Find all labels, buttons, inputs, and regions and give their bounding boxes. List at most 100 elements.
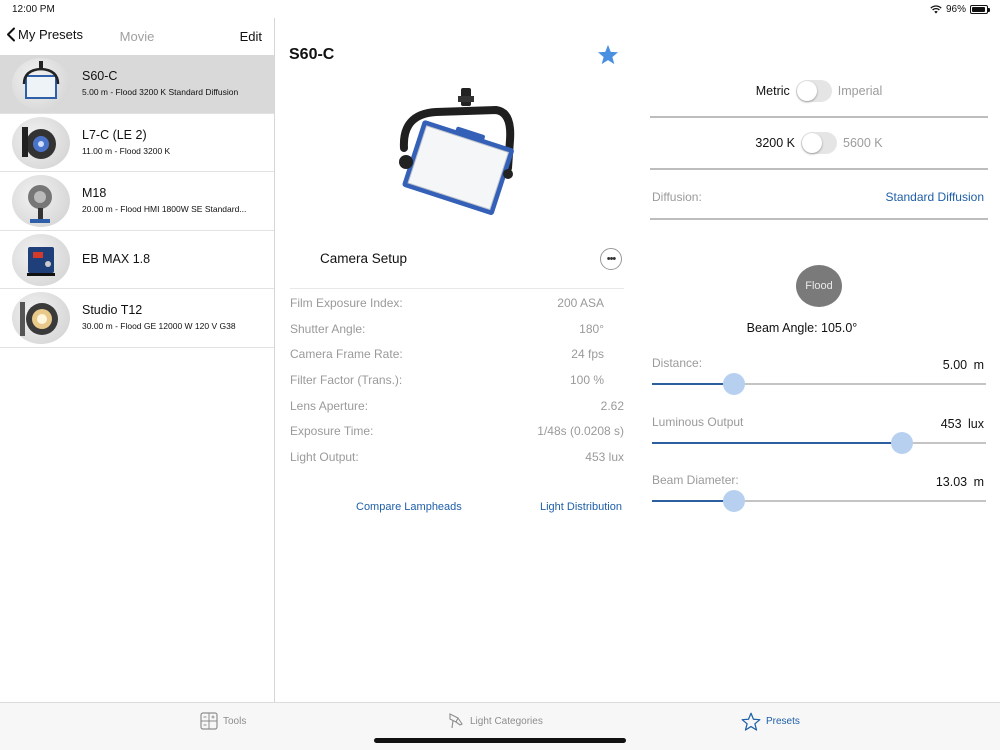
color-temp-5600-label: 5600 K [843,136,883,150]
flood-button[interactable]: Flood [796,265,842,307]
metric-label: Metric [755,84,790,98]
setup-value: 100 % [569,373,604,388]
preset-name: S60-C [82,69,118,83]
slider-value: 453 lux [940,417,984,431]
preset-name: EB MAX 1.8 [82,251,151,266]
tab-light-categories[interactable]: Light Categories [447,712,543,730]
preset-description: 20.00 m - Flood HMI 1800W SE Standard... [82,204,247,214]
slider-fill [652,500,735,502]
slider-label: Luminous Output [652,415,744,429]
star-icon [741,712,761,731]
slider-thumb[interactable] [723,490,746,512]
setup-value: 2.62 [600,398,624,413]
preset-list: S60-C 5.00 m - Flood 3200 K Standard Dif… [0,55,274,348]
preset-item-studio-t12[interactable]: Studio T12 30.00 m - Flood GE 12000 W 12… [0,289,274,348]
edit-button[interactable]: Edit [240,29,262,44]
color-temp-toggle-row: 3200 K 5600 K [650,118,988,170]
setup-row-filter-factor[interactable]: Filter Factor (Trans.): 100 % [290,366,624,392]
sidebar-nav-bar: My Presets Movie Edit [0,18,274,55]
detail-pane: S60-C Camera Setup ••• Film Exposure Ind… [276,18,1000,702]
units-toggle[interactable] [795,80,832,102]
camera-setup-title: Camera Setup [320,251,408,266]
slider-fill [652,383,735,385]
tab-label: Tools [223,715,247,727]
setup-row-lens-aperture[interactable]: Lens Aperture: 2.62 [290,392,624,418]
luminous-output-slider: Luminous Output 453 lux [652,415,986,471]
imperial-label: Imperial [837,84,883,98]
beam-diameter-slider: Beam Diameter: 13.03 m [652,473,986,529]
battery-level [972,7,986,12]
fixture-image [399,88,515,216]
more-options-button[interactable]: ••• [600,248,622,270]
l7-c-thumbnail-icon [12,116,70,169]
toggle-knob [796,81,817,101]
setup-label: Light Output: [290,450,359,465]
slider-label: Distance: [652,356,703,370]
setup-label: Shutter Angle: [290,321,366,336]
preset-description: 30.00 m - Flood GE 12000 W 120 V G38 [82,321,236,331]
tab-label: Light Categories [470,715,543,727]
preset-name: Studio T12 [82,303,143,317]
preset-name: L7-C (LE 2) [82,127,147,142]
wifi-icon [930,5,942,14]
status-indicators: 96% [930,4,990,15]
preset-item-l7-c[interactable]: L7-C (LE 2) 11.00 m - Flood 3200 K [0,114,274,172]
sidebar-title: Movie [119,29,155,44]
setup-value: 24 fps [571,347,604,362]
tab-presets[interactable]: Presets [741,712,800,731]
studio-t12-thumbnail-icon [12,292,70,344]
setup-row-exposure-index[interactable]: Film Exposure Index: 200 ASA [290,289,624,315]
diffusion-label: Diffusion: [652,190,702,204]
diffusion-value[interactable]: Standard Diffusion [885,190,984,204]
slider-value: 13.03 m [935,475,984,489]
slider-label: Beam Diameter: [652,473,739,487]
units-toggle-row: Metric Imperial [650,66,988,118]
preset-description: 11.00 m - Flood 3200 K [82,145,171,156]
compare-lampheads-link[interactable]: Compare Lampheads [356,501,462,513]
slider-thumb[interactable] [723,373,746,395]
setup-value: 180° [579,321,604,336]
setup-value: 200 ASA [557,296,604,310]
eb-max-thumbnail-icon [12,233,70,286]
slider-fill [652,442,903,444]
s60-thumbnail-icon [12,58,70,110]
setup-label: Camera Frame Rate: [290,347,403,362]
tab-tools[interactable]: Tools [200,712,246,730]
home-indicator [374,738,626,743]
tab-label: Presets [766,716,800,727]
toggle-knob [802,133,822,153]
tools-icon [200,712,218,730]
preset-item-m18[interactable]: M18 20.00 m - Flood HMI 1800W SE Standar… [0,172,274,231]
preset-item-eb-max[interactable]: EB MAX 1.8 [0,231,274,289]
slider-track[interactable] [652,490,986,512]
device-title: S60-C [289,46,335,63]
color-temp-3200-label: 3200 K [755,136,795,150]
favorite-star-icon[interactable] [597,44,619,65]
setup-label: Filter Factor (Trans.): [290,373,403,388]
battery-icon [970,5,990,14]
light-categories-icon [449,713,463,729]
slider-value: 5.00 m [942,358,984,372]
slider-track[interactable] [652,373,986,395]
setup-row-frame-rate[interactable]: Camera Frame Rate: 24 fps [290,340,624,366]
camera-setup-table: Film Exposure Index: 200 ASA Shutter Ang… [290,288,624,469]
distance-slider: Distance: 5.00 m [652,356,986,412]
light-distribution-link[interactable]: Light Distribution [540,501,622,513]
diffusion-row[interactable]: Diffusion: Standard Diffusion [650,170,988,220]
setup-value: 1/48s (0.0208 s) [537,424,624,439]
color-temp-toggle[interactable] [801,132,837,154]
setup-label: Lens Aperture: [290,398,369,413]
light-settings-panel: Metric Imperial 3200 K 5600 K Diffusion:… [650,66,988,512]
preset-item-s60-c[interactable]: S60-C 5.00 m - Flood 3200 K Standard Dif… [0,55,274,114]
setup-row-shutter-angle[interactable]: Shutter Angle: 180° [290,315,624,341]
sidebar: My Presets Movie Edit S60-C 5.00 m - Flo… [0,18,275,702]
preset-description: 5.00 m - Flood 3200 K Standard Diffusion [82,87,239,97]
slider-track[interactable] [652,432,986,454]
status-bar: 12:00 PM 96% [0,0,1000,18]
battery-percent: 96% [945,4,966,15]
slider-thumb[interactable] [891,432,914,454]
setup-row-exposure-time: Exposure Time: 1/48s (0.0208 s) [290,417,624,443]
setup-label: Exposure Time: [290,424,374,439]
beam-angle-readout: Beam Angle: 105.0° [746,321,858,335]
m18-thumbnail-icon [12,175,70,227]
